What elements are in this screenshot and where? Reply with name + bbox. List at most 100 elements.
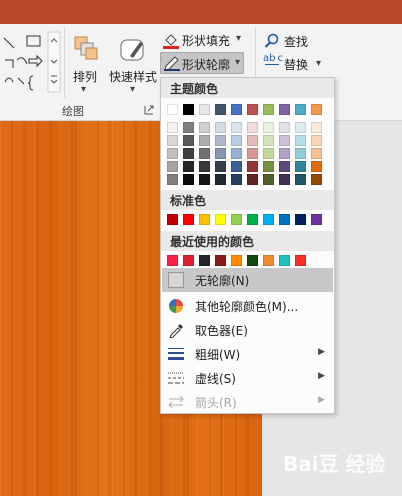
- theme-shade-swatch[interactable]: [199, 135, 210, 146]
- theme-shade-swatch[interactable]: [295, 174, 306, 185]
- submenu-arrow-icon: ▶: [318, 371, 325, 381]
- theme-shade-swatch[interactable]: [199, 148, 210, 159]
- theme-color-swatch[interactable]: [279, 104, 290, 115]
- shape-fill-button[interactable]: 形状填充 ▾: [162, 30, 246, 50]
- arrange-icon: [74, 36, 98, 60]
- eyedropper-item[interactable]: 取色器(E): [162, 318, 333, 342]
- theme-shade-swatch[interactable]: [263, 148, 274, 159]
- theme-color-swatch[interactable]: [199, 104, 210, 115]
- theme-color-swatch[interactable]: [167, 104, 178, 115]
- recent-color-swatch[interactable]: [167, 255, 178, 266]
- standard-color-swatch[interactable]: [183, 214, 194, 225]
- weight-item[interactable]: 粗细(W) ▶: [162, 342, 333, 366]
- wood-grain-streak: [48, 121, 52, 496]
- theme-shade-swatch[interactable]: [183, 122, 194, 133]
- recent-color-swatch[interactable]: [263, 255, 274, 266]
- theme-shade-swatch[interactable]: [311, 122, 322, 133]
- wood-grain-streak: [145, 121, 147, 496]
- theme-shade-swatch[interactable]: [231, 174, 242, 185]
- standard-color-swatch[interactable]: [167, 214, 178, 225]
- theme-color-swatch[interactable]: [183, 104, 194, 115]
- theme-shade-swatch[interactable]: [247, 161, 258, 172]
- theme-shade-swatch[interactable]: [311, 161, 322, 172]
- theme-shade-swatch[interactable]: [295, 148, 306, 159]
- recent-color-swatch[interactable]: [279, 255, 290, 266]
- theme-shade-swatch[interactable]: [215, 135, 226, 146]
- theme-shade-swatch[interactable]: [311, 148, 322, 159]
- standard-color-swatch[interactable]: [311, 214, 322, 225]
- theme-shade-swatch[interactable]: [247, 135, 258, 146]
- theme-shade-swatch[interactable]: [279, 174, 290, 185]
- dashes-item[interactable]: 虚线(S) ▶: [162, 366, 333, 390]
- recent-color-swatch[interactable]: [247, 255, 258, 266]
- submenu-arrow-icon: ▶: [318, 347, 325, 357]
- theme-shade-swatch[interactable]: [263, 174, 274, 185]
- replace-button[interactable]: ab c 替换 ▾: [262, 54, 332, 76]
- theme-shade-swatch[interactable]: [167, 161, 178, 172]
- recent-color-swatch[interactable]: [295, 255, 306, 266]
- theme-shade-swatch[interactable]: [247, 122, 258, 133]
- theme-shade-swatch[interactable]: [199, 122, 210, 133]
- theme-shade-swatch[interactable]: [183, 135, 194, 146]
- theme-shade-swatch[interactable]: [263, 122, 274, 133]
- theme-shade-swatch[interactable]: [215, 174, 226, 185]
- standard-color-swatch[interactable]: [199, 214, 210, 225]
- theme-shade-swatch[interactable]: [279, 135, 290, 146]
- theme-shade-swatch[interactable]: [279, 122, 290, 133]
- quick-styles-label: 快速样式: [109, 70, 158, 84]
- theme-color-swatch[interactable]: [295, 104, 306, 115]
- theme-shade-swatch[interactable]: [263, 161, 274, 172]
- find-button[interactable]: 查找: [262, 32, 322, 52]
- theme-color-swatch[interactable]: [215, 104, 226, 115]
- shape-fill-label: 形状填充: [182, 34, 231, 48]
- recent-color-swatch[interactable]: [183, 255, 194, 266]
- theme-color-swatch[interactable]: [311, 104, 322, 115]
- theme-shade-swatch[interactable]: [215, 161, 226, 172]
- standard-color-swatch[interactable]: [215, 214, 226, 225]
- recent-color-swatch[interactable]: [199, 255, 210, 266]
- theme-shade-swatch[interactable]: [247, 174, 258, 185]
- standard-color-swatch[interactable]: [295, 214, 306, 225]
- shape-outline-button[interactable]: 形状轮廓 ▾: [160, 52, 244, 74]
- theme-shade-swatch[interactable]: [167, 174, 178, 185]
- theme-shade-swatch[interactable]: [199, 161, 210, 172]
- theme-shade-swatch[interactable]: [263, 135, 274, 146]
- quick-styles-button[interactable]: 快速样式 ▾: [108, 32, 158, 96]
- theme-shade-swatch[interactable]: [295, 161, 306, 172]
- standard-color-swatch[interactable]: [263, 214, 274, 225]
- theme-color-swatch[interactable]: [263, 104, 274, 115]
- arrange-button[interactable]: 排列 ▾: [68, 32, 104, 96]
- theme-shade-swatch[interactable]: [215, 122, 226, 133]
- theme-shade-swatch[interactable]: [295, 122, 306, 133]
- theme-shade-swatch[interactable]: [183, 161, 194, 172]
- recent-color-swatch[interactable]: [231, 255, 242, 266]
- standard-color-swatch[interactable]: [247, 214, 258, 225]
- standard-color-swatch[interactable]: [231, 214, 242, 225]
- theme-shade-swatch[interactable]: [247, 148, 258, 159]
- shapes-gallery[interactable]: [0, 30, 62, 94]
- theme-shade-swatch[interactable]: [311, 135, 322, 146]
- theme-shade-swatch[interactable]: [231, 122, 242, 133]
- theme-shade-swatch[interactable]: [183, 174, 194, 185]
- theme-shade-swatch[interactable]: [167, 148, 178, 159]
- theme-shade-swatch[interactable]: [231, 161, 242, 172]
- recent-color-swatch[interactable]: [215, 255, 226, 266]
- theme-shade-swatch[interactable]: [231, 148, 242, 159]
- theme-shade-swatch[interactable]: [311, 174, 322, 185]
- theme-shade-swatch[interactable]: [199, 174, 210, 185]
- theme-color-swatch[interactable]: [231, 104, 242, 115]
- quick-styles-icon: [120, 39, 144, 61]
- theme-shade-swatch[interactable]: [183, 148, 194, 159]
- theme-shade-swatch[interactable]: [167, 122, 178, 133]
- theme-shade-swatch[interactable]: [295, 135, 306, 146]
- theme-color-swatch[interactable]: [247, 104, 258, 115]
- drawing-dialog-launcher[interactable]: [144, 104, 154, 115]
- standard-color-swatch[interactable]: [279, 214, 290, 225]
- theme-shade-swatch[interactable]: [279, 148, 290, 159]
- theme-shade-swatch[interactable]: [167, 135, 178, 146]
- no-outline-item[interactable]: 无轮廓(N): [162, 268, 333, 292]
- theme-shade-swatch[interactable]: [231, 135, 242, 146]
- theme-shade-swatch[interactable]: [215, 148, 226, 159]
- theme-shade-swatch[interactable]: [279, 161, 290, 172]
- more-outline-colors-item[interactable]: 其他轮廓颜色(M)...: [162, 294, 333, 318]
